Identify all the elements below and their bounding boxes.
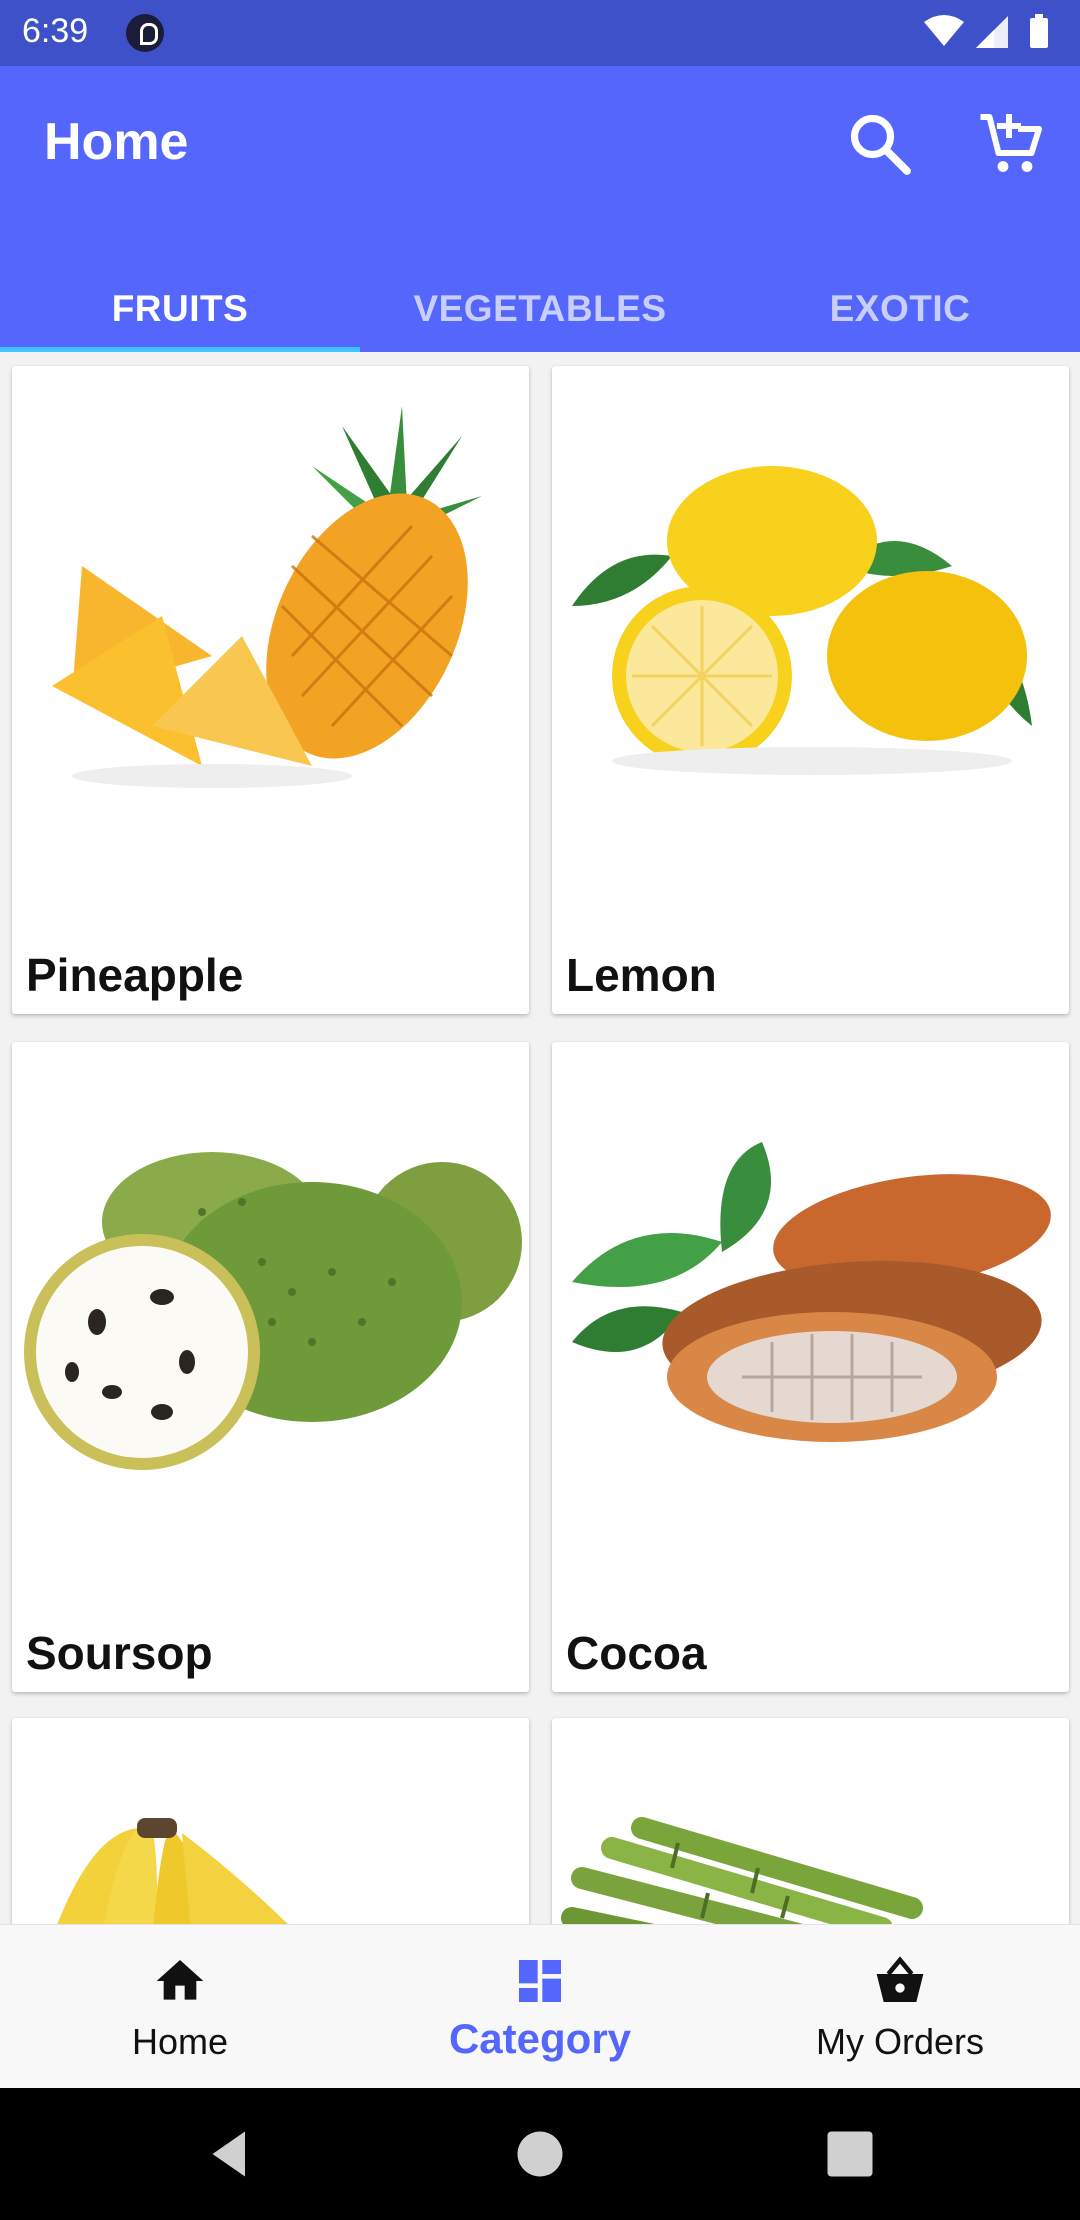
lemon-image — [572, 466, 1032, 775]
tab-fruits[interactable]: FRUITS — [0, 266, 360, 352]
basket-icon — [876, 1956, 924, 2002]
recents-icon[interactable] — [820, 2124, 880, 2184]
category-icon — [519, 1960, 561, 2002]
product-name: Lemon — [566, 949, 717, 1001]
system-navigation-bar — [0, 2088, 1080, 2220]
page-title: Home — [44, 113, 189, 171]
product-name: Cocoa — [566, 1627, 707, 1679]
nav-item-my-orders[interactable]: My Orders — [720, 1925, 1080, 2089]
product-card-banana[interactable] — [12, 1718, 529, 1924]
home-icon — [156, 1960, 204, 2000]
tab-exotic[interactable]: EXOTIC — [720, 266, 1080, 352]
tab-vegetables[interactable]: VEGETABLES — [360, 266, 720, 352]
soursop-image — [24, 1152, 522, 1470]
bottom-navigation: Home Category My Orders — [0, 1924, 1080, 2088]
category-tabs: FRUITS VEGETABLES EXOTIC — [0, 266, 1080, 352]
battery-icon — [1030, 18, 1048, 48]
product-name: Pineapple — [26, 949, 244, 1001]
product-card-sugarcane[interactable] — [552, 1718, 1069, 1924]
product-card-lemon[interactable]: Lemon — [552, 366, 1069, 1014]
search-icon[interactable] — [844, 108, 916, 180]
nav-label-home: Home — [131, 2021, 229, 2062]
product-card-cocoa[interactable]: Cocoa — [552, 1042, 1069, 1692]
wifi-icon — [924, 15, 964, 46]
nav-item-home[interactable]: Home — [0, 1925, 360, 2089]
add-to-cart-icon[interactable] — [976, 108, 1048, 180]
product-name: Soursop — [26, 1627, 213, 1679]
product-card-soursop[interactable]: Soursop — [12, 1042, 529, 1692]
nav-label-my-orders: My Orders — [815, 2021, 984, 2062]
status-time: 6:39 — [22, 12, 89, 50]
back-icon[interactable] — [200, 2124, 260, 2184]
status-icons — [924, 14, 1048, 48]
product-card-pineapple[interactable]: Pineapple — [12, 366, 529, 1014]
app-bar: Home FRUITS VEGETABLES EXOTIC — [0, 66, 1080, 352]
nav-label-category: Category — [448, 2015, 632, 2062]
banana-image — [57, 1818, 288, 1924]
status-bar: 6:39 — [0, 0, 1080, 66]
home-circle-icon[interactable] — [510, 2124, 570, 2184]
notification-app-icon — [126, 14, 164, 52]
product-grid: Pineapple Lemon Soursop Cocoa — [0, 352, 1080, 1924]
nav-item-category[interactable]: Category — [360, 1925, 720, 2089]
pineapple-image — [52, 406, 482, 788]
sugarcane-image — [561, 1817, 923, 1924]
cocoa-image — [572, 1142, 1051, 1442]
